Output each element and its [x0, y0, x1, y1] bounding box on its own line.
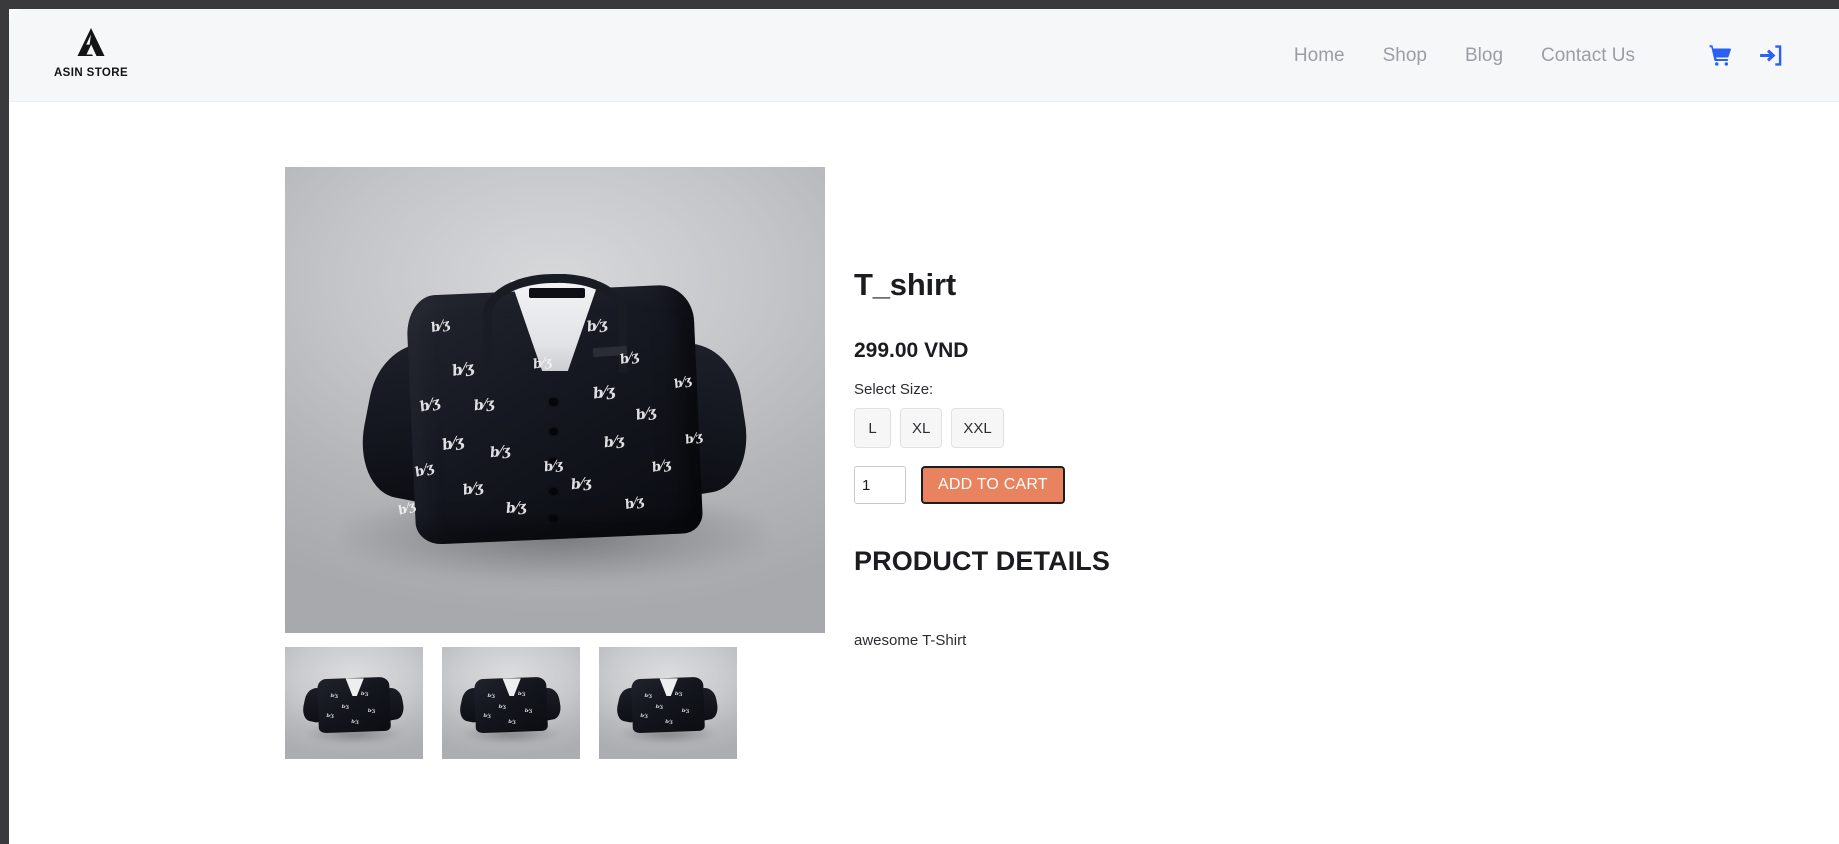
thumb-print-glyph: b⁄ʒ — [665, 718, 673, 725]
thumb-print-glyph: b⁄ʒ — [517, 690, 526, 697]
main-nav: Home Shop Blog Contact Us — [1275, 9, 1654, 102]
thumb-print-glyph: b⁄ʒ — [360, 690, 369, 697]
nav-item-home[interactable]: Home — [1275, 46, 1364, 65]
thumb-print-glyph: b⁄ʒ — [341, 704, 349, 711]
thumbnail-strip: b⁄ʒ b⁄ʒ b⁄ʒ b⁄ʒ b⁄ʒ b⁄ʒ b⁄ʒ b⁄ʒ b⁄ʒ b⁄ʒ … — [285, 647, 825, 759]
size-selector-label: Select Size: — [854, 381, 934, 398]
page-viewport: ASIN STORE Home Shop Blog Contact Us b⁄ʒ… — [9, 9, 1839, 844]
thumb-print-glyph: b⁄ʒ — [640, 713, 648, 720]
nav-item-shop[interactable]: Shop — [1364, 46, 1446, 65]
site-header: ASIN STORE Home Shop Blog Contact Us — [9, 9, 1839, 102]
shopping-cart-icon[interactable] — [1706, 42, 1734, 70]
thumb-print-glyph: b⁄ʒ — [655, 704, 663, 711]
main-product-image[interactable]: b⁄ʒ b⁄ʒ b⁄ʒ b⁄ʒ b⁄ʒ b⁄ʒ b⁄ʒ b⁄ʒ b⁄ʒ b⁄ʒ … — [285, 167, 825, 633]
thumb-print-glyph: b⁄ʒ — [483, 713, 491, 720]
product-details-heading: PRODUCT DETAILS — [854, 546, 1110, 576]
brand-logo[interactable]: ASIN STORE — [36, 26, 146, 79]
thumb-print-glyph: b⁄ʒ — [326, 713, 334, 720]
garment-button — [549, 487, 559, 495]
thumb-print-glyph: b⁄ʒ — [498, 704, 506, 711]
product-info: T_shirt 299.00 VND Select Size: L XL XXL… — [854, 267, 1554, 649]
browser-chrome-frame: ASIN STORE Home Shop Blog Contact Us b⁄ʒ… — [0, 0, 1839, 844]
product-details-body: awesome T-Shirt — [854, 632, 967, 649]
purchase-row: ADD TO CART — [854, 466, 1554, 504]
thumbnail-1[interactable]: b⁄ʒ b⁄ʒ b⁄ʒ b⁄ʒ b⁄ʒ b⁄ʒ — [285, 647, 423, 759]
thumb-print-glyph: b⁄ʒ — [524, 707, 532, 714]
thumb-print-glyph: b⁄ʒ — [330, 693, 338, 700]
thumb-print-glyph: b⁄ʒ — [681, 707, 689, 714]
product-price: 299.00 VND — [854, 339, 969, 362]
nav-item-blog[interactable]: Blog — [1446, 46, 1522, 65]
triangle-a-monogram-icon — [71, 26, 111, 65]
thumb-print-glyph: b⁄ʒ — [487, 693, 495, 700]
size-button-xxl[interactable]: XXL — [951, 408, 1004, 448]
garment-button — [549, 514, 559, 522]
quantity-input[interactable] — [854, 466, 906, 504]
size-options: L XL XXL — [854, 408, 1554, 448]
garment-illustration — [352, 272, 756, 546]
add-to-cart-button[interactable]: ADD TO CART — [921, 466, 1065, 504]
thumb-print-glyph: b⁄ʒ — [674, 690, 683, 697]
thumb-print-glyph: b⁄ʒ — [508, 718, 516, 725]
sign-in-icon[interactable] — [1756, 42, 1784, 70]
size-button-l[interactable]: L — [854, 408, 891, 448]
thumbnail-3[interactable]: b⁄ʒ b⁄ʒ b⁄ʒ b⁄ʒ b⁄ʒ b⁄ʒ — [599, 647, 737, 759]
garment-neck-label — [528, 287, 586, 299]
thumb-print-glyph: b⁄ʒ — [644, 693, 652, 700]
size-button-xl[interactable]: XL — [900, 408, 943, 448]
header-actions — [1706, 9, 1784, 102]
thumbnail-2[interactable]: b⁄ʒ b⁄ʒ b⁄ʒ b⁄ʒ b⁄ʒ b⁄ʒ — [442, 647, 580, 759]
nav-item-contact-us[interactable]: Contact Us — [1522, 46, 1654, 65]
brand-wordmark: ASIN STORE — [53, 67, 129, 79]
thumb-print-glyph: b⁄ʒ — [351, 718, 359, 725]
thumb-print-glyph: b⁄ʒ — [367, 707, 375, 714]
garment-button — [549, 398, 559, 406]
product-gallery: b⁄ʒ b⁄ʒ b⁄ʒ b⁄ʒ b⁄ʒ b⁄ʒ b⁄ʒ b⁄ʒ b⁄ʒ b⁄ʒ … — [285, 167, 825, 759]
product-title: T_shirt — [854, 267, 956, 302]
